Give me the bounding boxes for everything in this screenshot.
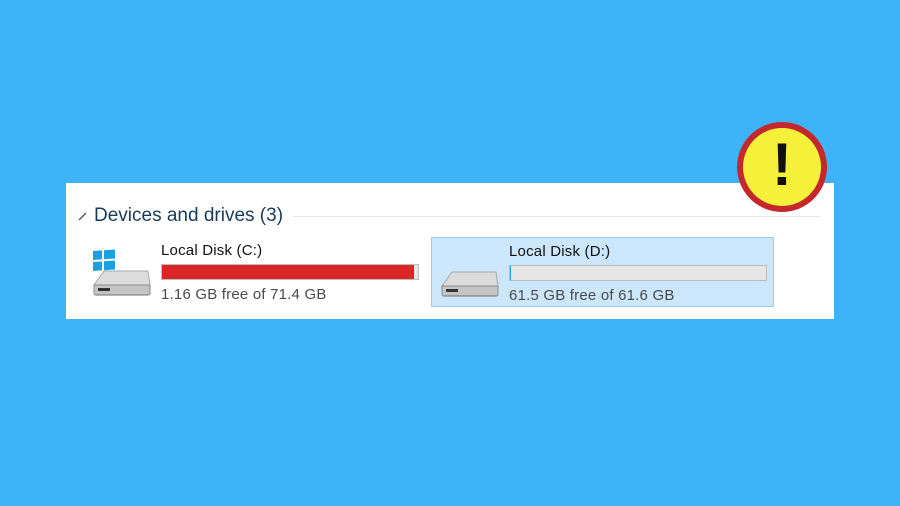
usage-bar-fill xyxy=(510,266,511,280)
drive-name: Local Disk (D:) xyxy=(509,243,611,260)
usage-bar-fill xyxy=(162,265,414,279)
section-title: Devices and drives (3) xyxy=(94,205,284,226)
drive-free-space: 1.16 GB free of 71.4 GB xyxy=(161,286,327,303)
drive-item-c[interactable]: Local Disk (C:) 1.16 GB free of 71.4 GB xyxy=(80,237,430,307)
usage-bar xyxy=(509,265,767,281)
warning-symbol: ! xyxy=(772,131,792,198)
drive-name: Local Disk (C:) xyxy=(161,242,263,259)
drive-free-space: 61.5 GB free of 61.6 GB xyxy=(509,287,675,304)
chevron-collapse-icon[interactable] xyxy=(76,209,90,223)
drive-item-d[interactable]: Local Disk (D:) 61.5 GB free of 61.6 GB xyxy=(431,237,774,307)
warning-exclamation-icon: ! xyxy=(737,122,827,212)
devices-and-drives-panel: Devices and drives (3) Local Disk (C:) 1… xyxy=(66,183,834,319)
usage-bar xyxy=(161,264,419,280)
section-divider xyxy=(293,215,820,217)
hard-drive-icon xyxy=(441,271,499,297)
windows-drive-icon xyxy=(93,249,151,296)
section-header[interactable]: Devices and drives (3) xyxy=(76,203,820,229)
